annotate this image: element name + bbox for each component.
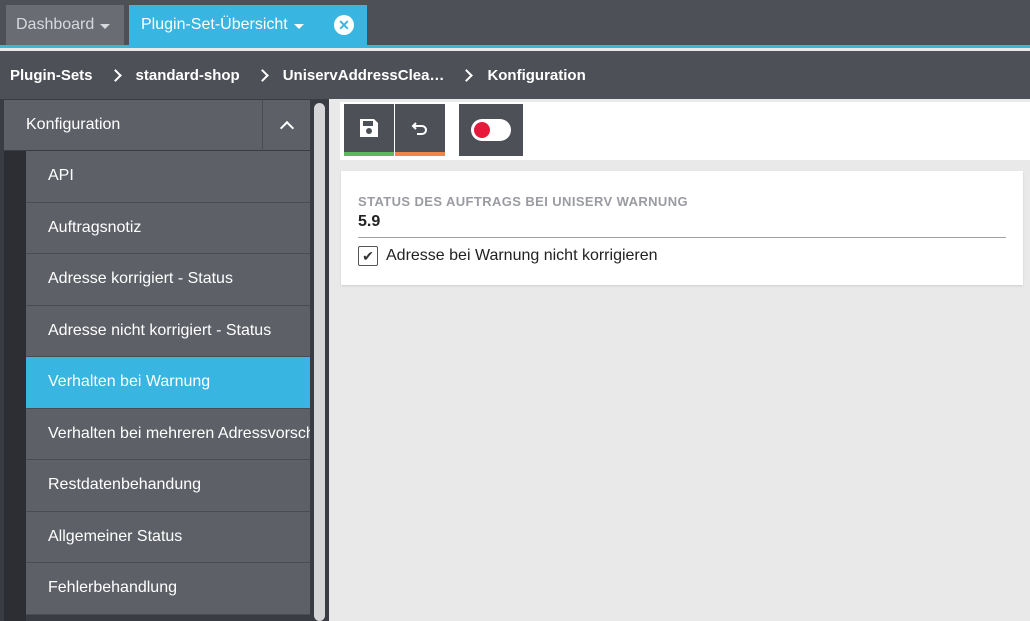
sidebar-item-label: Adresse korrigiert - Status [48,270,233,288]
sidebar-section-title: Konfiguration [26,116,121,133]
status-select-value[interactable]: 5.9 [358,213,380,231]
tab-dashboard-label: Dashboard [16,16,95,33]
chevron-up-icon [279,120,294,136]
breadcrumb: Plugin-Sets standard-shop UniservAddress… [0,51,1030,99]
breadcrumb-item-plugin-sets[interactable]: Plugin-Sets [10,67,93,84]
scrollbar-thumb[interactable] [314,103,325,621]
sidebar-item-verhalten-bei-warnung[interactable]: Verhalten bei Warnung [26,357,310,409]
sidebar-item-allgemeiner-status[interactable]: Allgemeiner Status [26,511,310,563]
sidebar-item-label: Restdatenbehandung [48,476,202,494]
toggle-switch [471,119,511,141]
checkmark-icon: ✔ [362,247,374,264]
tab-plugin-set-overview[interactable]: Plugin-Set-Übersicht ✕ [129,5,367,45]
settings-card: STATUS DES AUFTRAGS BEI UNISERV WARNUNG … [341,171,1023,285]
sidebar-section-header[interactable]: Konfiguration [4,100,310,151]
chevron-right-icon [255,68,269,82]
checkbox-label: Adresse bei Warnung nicht korrigieren [386,247,658,264]
sidebar-scrollbar[interactable] [310,99,329,621]
sidebar-item-label: Auftragsnotiz [48,218,142,236]
sidebar-item-api[interactable]: API [26,151,310,203]
sidebar-item-label: Verhalten bei mehreren Adressvorschlägen [48,424,310,442]
toolbar [340,102,1030,160]
chevron-down-icon [100,23,111,29]
chevron-down-icon [293,23,304,29]
close-icon[interactable]: ✕ [334,15,354,35]
toggle-knob [474,122,490,138]
sidebar-item-adresse-korrigiert-status[interactable]: Adresse korrigiert - Status [26,254,310,306]
field-label: STATUS DES AUFTRAGS BEI UNISERV WARNUNG [358,194,689,209]
undo-button[interactable] [395,104,445,156]
checkbox[interactable]: ✔ [358,246,378,266]
sidebar-item-restdatenbehandung[interactable]: Restdatenbehandung [26,460,310,512]
sidebar-item-label: Allgemeiner Status [48,527,183,545]
sidebar-item-label: Verhalten bei Warnung [48,373,211,391]
undo-icon [411,122,427,135]
sidebar-indent-rail [4,151,26,621]
sidebar: Konfiguration API Auftragsnotiz Adresse … [0,99,310,621]
breadcrumb-item-konfiguration[interactable]: Konfiguration [487,67,585,84]
sidebar-menu: API Auftragsnotiz Adresse korrigiert - S… [26,151,310,615]
top-tab-bar: Dashboard Plugin-Set-Übersicht ✕ [0,0,1030,48]
field-underline [358,237,1006,238]
sidebar-item-label: Adresse nicht korrigiert - Status [48,321,272,339]
breadcrumb-item-plugin[interactable]: UniservAddressClea… [283,67,445,84]
save-icon [360,119,378,137]
save-button[interactable] [344,104,394,156]
breadcrumb-item-standard-shop[interactable]: standard-shop [136,67,240,84]
sidebar-item-label: Fehlerbehandlung [48,579,177,597]
sidebar-item-adresse-nicht-korrigiert-status[interactable]: Adresse nicht korrigiert - Status [26,305,310,357]
sidebar-item-fehlerbehandlung[interactable]: Fehlerbehandlung [26,563,310,615]
collapse-toggle[interactable] [262,100,310,151]
sidebar-item-label: API [48,167,74,185]
checkbox-row[interactable]: ✔ Adresse bei Warnung nicht korrigieren [358,246,658,266]
tab-plugin-set-overview-label: Plugin-Set-Übersicht [141,16,288,33]
active-toggle[interactable] [459,104,523,156]
sidebar-item-verhalten-bei-mehreren-adressvorschlaegen[interactable]: Verhalten bei mehreren Adressvorschlägen [26,408,310,460]
tab-dashboard[interactable]: Dashboard [6,5,124,45]
chevron-right-icon [460,68,474,82]
sidebar-item-auftragsnotiz[interactable]: Auftragsnotiz [26,202,310,254]
chevron-right-icon [108,68,122,82]
